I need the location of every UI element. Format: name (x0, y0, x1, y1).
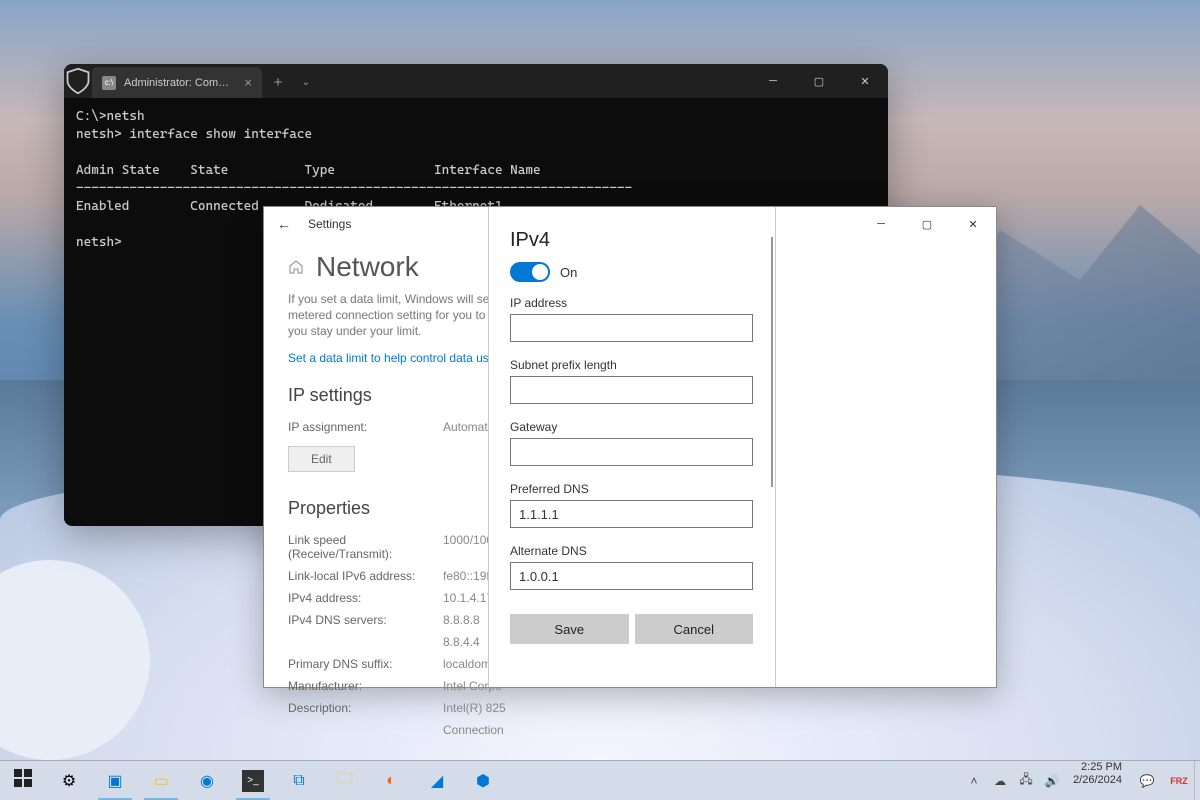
ip-assignment-label: IP assignment: (288, 420, 443, 434)
property-value: 8.8.4.4 (443, 635, 480, 649)
start-button[interactable] (0, 761, 46, 800)
clock-date: 2/26/2024 (1073, 774, 1122, 787)
terminal-tab[interactable]: c:\ Administrator: Command Prom × (92, 67, 262, 98)
property-label (288, 723, 443, 737)
taskbar-vscode-icon[interactable]: ⧉ (276, 761, 322, 800)
terminal-titlebar[interactable]: c:\ Administrator: Command Prom × + ⌄ ─ … (64, 64, 888, 98)
property-label: IPv4 address: (288, 591, 443, 605)
ip-address-input[interactable] (510, 314, 753, 342)
property-value: Connection (443, 723, 504, 737)
windows-icon (14, 769, 32, 792)
property-label (288, 635, 443, 649)
property-label: Manufacturer: (288, 679, 443, 693)
clock-time: 2:25 PM (1073, 761, 1122, 774)
taskbar[interactable]: ⚙ ▣ ▭ ◉ >_ ⧉ 🗀 ◐ ◢ ⬢ ˄ ☁ 🖧 🔊 2:25 PM 2/2… (0, 760, 1200, 800)
gateway-label: Gateway (510, 420, 753, 434)
subnet-label: Subnet prefix length (510, 358, 753, 372)
alternate-dns-input[interactable] (510, 562, 753, 590)
taskbar-store-icon[interactable]: ⬢ (460, 761, 506, 800)
property-label: IPv4 DNS servers: (288, 613, 443, 627)
tab-title: Administrator: Command Prom (124, 77, 236, 89)
maximize-button[interactable]: ▢ (796, 64, 842, 98)
taskbar-firefox-icon[interactable]: ◐ (368, 761, 414, 800)
page-title: Network (316, 251, 419, 283)
gateway-input[interactable] (510, 438, 753, 466)
show-desktop-button[interactable] (1194, 761, 1200, 800)
tray-fraps-icon[interactable]: FRZ (1164, 761, 1194, 800)
tab-close-icon[interactable]: × (244, 75, 252, 90)
taskbar-explorer-icon[interactable]: ▭ (138, 761, 184, 800)
taskbar-sandbox-icon[interactable]: ▣ (92, 761, 138, 800)
property-label: Link-local IPv6 address: (288, 569, 443, 583)
minimize-button[interactable]: ─ (858, 207, 904, 241)
maximize-button[interactable]: ▢ (904, 207, 950, 241)
property-label: Link speed (Receive/Transmit): (288, 533, 443, 561)
alternate-dns-label: Alternate DNS (510, 544, 753, 558)
taskbar-fileexplorer-icon[interactable]: 🗀 (322, 761, 368, 800)
cancel-button[interactable]: Cancel (635, 614, 754, 644)
ipv4-title: IPv4 (510, 229, 753, 252)
minimize-button[interactable]: ─ (750, 64, 796, 98)
property-row: Connection (288, 723, 972, 737)
property-value: Intel(R) 825 (443, 701, 506, 715)
taskbar-edge-icon[interactable]: ◉ (184, 761, 230, 800)
property-label: Description: (288, 701, 443, 715)
save-button[interactable]: Save (510, 614, 629, 644)
scrollbar-thumb[interactable] (771, 237, 773, 487)
tray-onedrive-icon[interactable]: ☁ (991, 774, 1009, 788)
ip-address-label: IP address (510, 296, 753, 310)
system-tray[interactable]: ˄ ☁ 🖧 🔊 (961, 761, 1065, 800)
property-value: 8.8.8.8 (443, 613, 480, 627)
shield-icon (64, 64, 92, 98)
close-button[interactable]: ✕ (842, 64, 888, 98)
taskbar-app-icon[interactable]: ◢ (414, 761, 460, 800)
property-label: Primary DNS suffix: (288, 657, 443, 671)
property-row: Description:Intel(R) 825 (288, 701, 972, 715)
tray-notifications-icon[interactable]: 💬 (1130, 761, 1164, 800)
tray-volume-icon[interactable]: 🔊 (1043, 774, 1061, 788)
tab-dropdown-icon[interactable]: ⌄ (294, 67, 318, 98)
home-icon[interactable] (288, 259, 304, 275)
tray-chevron-icon[interactable]: ˄ (965, 774, 983, 788)
taskbar-terminal-icon[interactable]: >_ (230, 761, 276, 800)
close-button[interactable]: ✕ (950, 207, 996, 241)
window-title: Settings (308, 217, 351, 231)
edit-button[interactable]: Edit (288, 446, 355, 472)
toggle-state-label: On (560, 265, 577, 280)
new-tab-button[interactable]: + (262, 67, 294, 97)
tray-network-icon[interactable]: 🖧 (1017, 770, 1035, 791)
taskbar-settings-icon[interactable]: ⚙ (46, 761, 92, 800)
ipv4-dialog[interactable]: IPv4 On IP address Subnet prefix length … (488, 206, 776, 688)
preferred-dns-label: Preferred DNS (510, 482, 753, 496)
taskbar-clock[interactable]: 2:25 PM 2/26/2024 (1065, 761, 1130, 800)
ipv4-toggle[interactable] (510, 262, 550, 282)
preferred-dns-input[interactable] (510, 500, 753, 528)
subnet-input[interactable] (510, 376, 753, 404)
back-button[interactable]: ← (264, 216, 304, 232)
cmd-icon: c:\ (102, 76, 116, 90)
